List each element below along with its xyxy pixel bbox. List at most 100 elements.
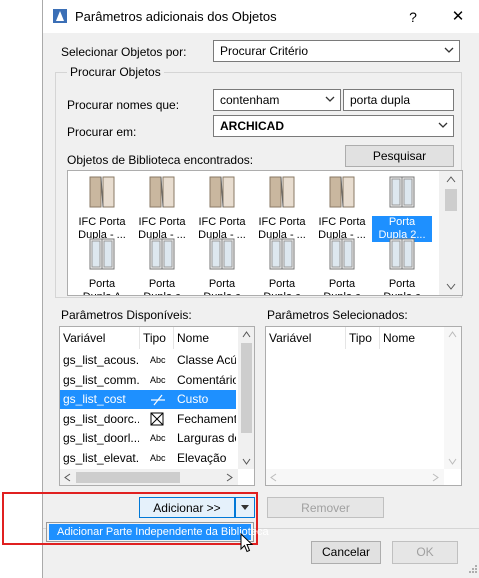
library-scroll-thumb[interactable] xyxy=(445,189,457,211)
library-object-caption: PortaDupla A xyxy=(72,278,132,295)
library-object-item[interactable]: Porta Dupla 2... xyxy=(372,175,432,242)
search-query-input[interactable]: porta dupla xyxy=(343,89,454,111)
table-row[interactable]: gs_list_cost Custo xyxy=(60,390,236,409)
close-button[interactable]: ✕ xyxy=(443,6,473,28)
column-header-type[interactable]: Tipo xyxy=(346,327,380,349)
add-independent-library-part-item[interactable]: Adicionar Parte Independente da Bibliote… xyxy=(49,524,269,540)
library-object-thumbnail-icon xyxy=(327,238,357,277)
library-object-thumbnail-icon xyxy=(207,176,237,215)
column-header-type[interactable]: Tipo xyxy=(140,327,174,349)
library-object-caption: PortaDupla c xyxy=(372,278,432,295)
mouse-cursor-icon xyxy=(240,533,254,553)
variable-cell: gs_list_doorl... xyxy=(63,431,139,445)
scroll-left-icon[interactable] xyxy=(64,473,71,482)
library-object-thumbnail-icon xyxy=(387,238,417,277)
select-by-dropdown[interactable]: Procurar Critério xyxy=(213,40,460,62)
search-where-dropdown[interactable]: ARCHICAD xyxy=(213,115,454,137)
available-hscrollbar[interactable] xyxy=(60,469,238,485)
search-where-value: ARCHICAD xyxy=(220,119,284,133)
chevron-down-icon xyxy=(444,47,454,53)
library-object-name-line1: Porta xyxy=(148,278,176,290)
column-header-variable[interactable]: Variável xyxy=(60,327,140,349)
search-names-label: Procurar nomes que: xyxy=(67,98,180,112)
text-type-icon: Abc xyxy=(150,452,166,463)
scroll-down-icon[interactable] xyxy=(242,458,251,465)
column-header-name[interactable]: Nome xyxy=(174,327,236,349)
library-object-item[interactable]: PortaDupla c xyxy=(312,237,372,295)
cost-type-icon xyxy=(151,394,165,405)
table-row[interactable]: gs_list_comm... Abc Comentários xyxy=(60,371,236,390)
variable-cell: gs_list_elevat... xyxy=(63,450,139,465)
library-object-thumbnail-icon xyxy=(207,238,237,277)
library-object-thumbnail-icon xyxy=(387,176,417,215)
library-object-item[interactable]: IFC Porta Dupla - ... xyxy=(132,175,192,242)
column-header-variable[interactable]: Variável xyxy=(266,327,346,349)
table-row[interactable]: gs_list_elevat... Abc Elevação xyxy=(60,449,236,468)
selected-params-title: Parâmetros Selecionados: xyxy=(267,308,408,322)
library-object-caption: PortaDupla c xyxy=(192,278,252,295)
name-cell: Elevação xyxy=(177,450,227,465)
library-object-item[interactable]: IFC Porta Dupla - ... xyxy=(252,175,312,242)
library-object-name-line2: Dupla c xyxy=(203,291,240,295)
scroll-up-icon[interactable] xyxy=(242,331,251,338)
name-cell: Fechamento xyxy=(177,411,236,426)
ok-button: OK xyxy=(392,541,458,564)
library-object-thumbnail-icon xyxy=(87,238,117,277)
available-hscroll-thumb[interactable] xyxy=(76,472,180,483)
library-object-item[interactable]: IFC Porta Dupla - ... xyxy=(192,175,252,242)
library-object-caption: PortaDupla c xyxy=(252,278,312,295)
library-object-thumbnail-icon xyxy=(147,238,177,277)
resize-grip-icon[interactable] xyxy=(467,563,479,575)
help-button[interactable]: ? xyxy=(398,6,428,28)
available-params-title: Parâmetros Disponíveis: xyxy=(61,308,192,322)
library-object-item[interactable]: PortaDupla c xyxy=(192,237,252,295)
checkbox-type-icon xyxy=(150,412,164,426)
library-object-item[interactable]: IFC Porta Dupla - ... xyxy=(72,175,132,242)
text-type-icon: Abc xyxy=(150,374,166,385)
library-object-name-line1: Porta xyxy=(268,278,296,290)
library-object-item[interactable]: PortaDupla c xyxy=(132,237,192,295)
name-cell: Comentários xyxy=(177,372,236,387)
library-object-name-line1: IFC Porta xyxy=(258,216,306,228)
table-row[interactable]: gs_list_acous... Abc Classe Acúst xyxy=(60,351,236,370)
select-by-value: Procurar Critério xyxy=(220,44,309,58)
variable-cell: gs_list_comm... xyxy=(63,372,139,387)
text-type-icon: Abc xyxy=(150,433,166,443)
library-object-thumbnail-icon xyxy=(87,176,117,215)
name-cell: Classe Acúst xyxy=(177,353,236,367)
library-object-item[interactable]: PortaDupla A xyxy=(72,237,132,295)
table-row[interactable]: gs_list_doorc... Fechamento xyxy=(60,410,236,429)
scroll-right-icon xyxy=(432,473,439,482)
chevron-down-icon xyxy=(438,122,448,128)
remove-button: Remover xyxy=(267,497,384,518)
library-object-name-line1: IFC Porta xyxy=(198,216,246,228)
table-row[interactable]: gs_list_doorl... Abc Larguras de xyxy=(60,429,236,448)
library-object-item[interactable]: PortaDupla c xyxy=(372,237,432,295)
library-object-thumbnail-icon xyxy=(327,176,357,215)
library-object-item[interactable]: IFC Porta Dupla - ... xyxy=(312,175,372,242)
search-where-label: Procurar em: xyxy=(67,125,137,139)
available-vscrollbar[interactable] xyxy=(238,327,254,469)
library-object-name-line2: Dupla c xyxy=(143,291,180,295)
column-header-name[interactable]: Nome xyxy=(380,327,442,349)
library-object-name-line1: IFC Porta xyxy=(78,216,126,228)
scroll-left-icon xyxy=(270,473,277,482)
library-object-item[interactable]: PortaDupla c xyxy=(252,237,312,295)
available-params-table: Variável Tipo Nome gs_list_acous... Abc Cl… xyxy=(59,326,255,486)
variable-cell: gs_list_acous... xyxy=(63,353,139,367)
available-vscroll-thumb[interactable] xyxy=(241,343,252,433)
library-object-caption: PortaDupla c xyxy=(312,278,372,295)
selected-vscrollbar xyxy=(444,327,461,469)
cancel-button[interactable]: Cancelar xyxy=(311,541,381,564)
scroll-right-icon[interactable] xyxy=(226,473,233,482)
select-by-label: Selecionar Objetos por: xyxy=(61,45,187,59)
library-scrollbar[interactable] xyxy=(439,171,462,295)
scroll-up-icon[interactable] xyxy=(446,175,456,183)
chevron-down-icon xyxy=(325,96,335,102)
search-button[interactable]: Pesquisar xyxy=(345,145,454,167)
name-cell: Custo xyxy=(177,392,209,406)
library-object-name-line1: Porta xyxy=(388,216,416,228)
match-mode-dropdown[interactable]: contenham xyxy=(213,89,341,111)
scroll-down-icon[interactable] xyxy=(446,283,456,291)
library-object-name-line1: Porta xyxy=(328,278,356,290)
